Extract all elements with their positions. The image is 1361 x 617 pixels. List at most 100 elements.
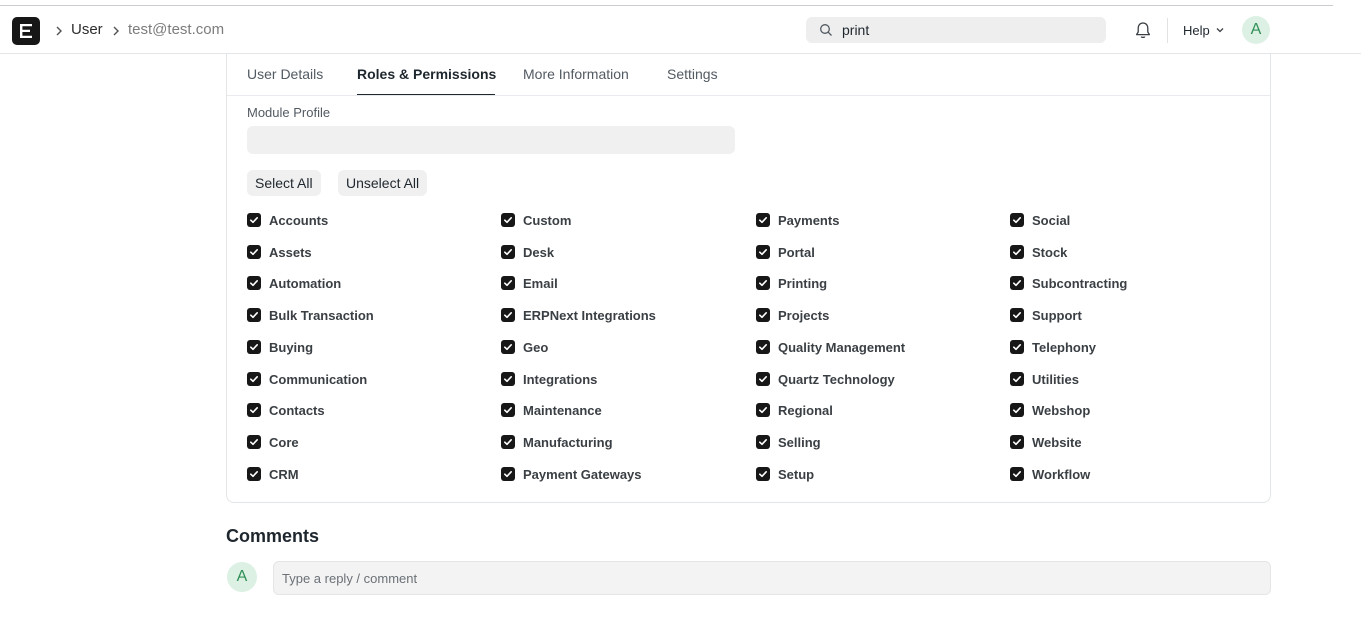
checkbox-checked-icon[interactable] (756, 308, 770, 322)
checkbox-checked-icon[interactable] (501, 435, 515, 449)
checkbox-checked-icon[interactable] (247, 372, 261, 386)
tab-settings[interactable]: Settings (667, 66, 718, 83)
checkbox-checked-icon[interactable] (247, 340, 261, 354)
checkbox-checked-icon[interactable] (756, 372, 770, 386)
module-checkbox-item[interactable]: Maintenance (501, 402, 602, 418)
module-checkbox-item[interactable]: ERPNext Integrations (501, 307, 656, 323)
checkbox-checked-icon[interactable] (501, 372, 515, 386)
checkbox-checked-icon[interactable] (1010, 435, 1024, 449)
module-checkbox-item[interactable]: Regional (756, 402, 833, 418)
checkbox-checked-icon[interactable] (756, 245, 770, 259)
module-checkbox-item[interactable]: Workflow (1010, 466, 1090, 482)
checkbox-checked-icon[interactable] (247, 245, 261, 259)
module-checkbox-item[interactable]: Support (1010, 307, 1082, 323)
module-checkbox-item[interactable]: Website (1010, 434, 1082, 450)
module-checkbox-item[interactable]: Integrations (501, 371, 597, 387)
comment-input[interactable]: Type a reply / comment (273, 561, 1271, 595)
module-checkbox-item[interactable]: Payments (756, 212, 839, 228)
module-checkbox-item[interactable]: Subcontracting (1010, 275, 1127, 291)
checkbox-checked-icon[interactable] (756, 213, 770, 227)
module-checkbox-item[interactable]: Accounts (247, 212, 328, 228)
checkbox-checked-icon[interactable] (1010, 340, 1024, 354)
module-label: Website (1032, 434, 1082, 450)
module-profile-input[interactable] (247, 126, 735, 154)
module-checkbox-item[interactable]: Telephony (1010, 339, 1096, 355)
tab-more-information[interactable]: More Information (523, 66, 629, 83)
module-checkbox-item[interactable]: Manufacturing (501, 434, 613, 450)
module-checkbox-item[interactable]: Contacts (247, 402, 325, 418)
checkbox-checked-icon[interactable] (247, 435, 261, 449)
breadcrumb-record[interactable]: test@test.com (128, 21, 224, 39)
checkbox-checked-icon[interactable] (1010, 213, 1024, 227)
erpnext-logo-icon (20, 24, 32, 38)
notification-bell-icon[interactable] (1134, 21, 1152, 40)
module-checkbox-item[interactable]: Bulk Transaction (247, 307, 374, 323)
checkbox-checked-icon[interactable] (756, 340, 770, 354)
module-checkbox-item[interactable]: Stock (1010, 244, 1067, 260)
module-checkbox-item[interactable]: Email (501, 275, 558, 291)
user-avatar[interactable]: A (1242, 16, 1270, 44)
checkbox-checked-icon[interactable] (247, 276, 261, 290)
breadcrumb-user[interactable]: User (71, 21, 103, 39)
checkbox-checked-icon[interactable] (501, 213, 515, 227)
tab-roles-permissions[interactable]: Roles & Permissions (357, 66, 496, 83)
checkbox-checked-icon[interactable] (247, 213, 261, 227)
module-checkbox-item[interactable]: Quartz Technology (756, 371, 895, 387)
module-checkbox-item[interactable]: Custom (501, 212, 571, 228)
checkbox-checked-icon[interactable] (756, 403, 770, 417)
form-card: User Details Roles & Permissions More In… (226, 54, 1271, 503)
module-checkbox-item[interactable]: Quality Management (756, 339, 905, 355)
unselect-all-button[interactable]: Unselect All (338, 170, 428, 196)
app-logo[interactable] (12, 17, 40, 45)
module-label: Core (269, 434, 299, 450)
module-checkbox-item[interactable]: Assets (247, 244, 312, 260)
module-label: Quartz Technology (778, 371, 895, 387)
checkbox-checked-icon[interactable] (1010, 245, 1024, 259)
module-checkbox-item[interactable]: Projects (756, 307, 829, 323)
module-checkbox-item[interactable]: Selling (756, 434, 821, 450)
checkbox-checked-icon[interactable] (247, 308, 261, 322)
module-label: Quality Management (778, 339, 906, 355)
checkbox-checked-icon[interactable] (1010, 308, 1024, 322)
module-checkbox-item[interactable]: Desk (501, 244, 554, 260)
module-checkbox-item[interactable]: Core (247, 434, 299, 450)
form-tabs: User Details Roles & Permissions More In… (227, 54, 1270, 96)
module-checkbox-item[interactable]: Portal (756, 244, 815, 260)
module-checkbox-item[interactable]: Setup (756, 466, 814, 482)
checkbox-checked-icon[interactable] (501, 308, 515, 322)
active-tab-indicator (357, 94, 495, 95)
module-checkbox-item[interactable]: CRM (247, 466, 299, 482)
checkbox-checked-icon[interactable] (1010, 276, 1024, 290)
module-label: Buying (269, 339, 314, 355)
checkbox-checked-icon[interactable] (501, 340, 515, 354)
search-bar[interactable]: print (806, 17, 1106, 43)
module-checkbox-item[interactable]: Social (1010, 212, 1070, 228)
checkbox-checked-icon[interactable] (247, 467, 261, 481)
search-input[interactable]: print (842, 22, 869, 38)
checkbox-checked-icon[interactable] (501, 467, 515, 481)
checkbox-checked-icon[interactable] (501, 403, 515, 417)
checkbox-checked-icon[interactable] (1010, 467, 1024, 481)
module-checkbox-item[interactable]: Payment Gateways (501, 466, 642, 482)
checkbox-checked-icon[interactable] (756, 467, 770, 481)
module-checkbox-item[interactable]: Printing (756, 275, 827, 291)
select-all-button[interactable]: Select All (247, 170, 321, 196)
module-checkbox-item[interactable]: Automation (247, 275, 341, 291)
module-profile-label: Module Profile (247, 105, 331, 120)
checkbox-checked-icon[interactable] (1010, 372, 1024, 386)
checkbox-checked-icon[interactable] (501, 276, 515, 290)
checkbox-checked-icon[interactable] (1010, 403, 1024, 417)
checkbox-checked-icon[interactable] (247, 403, 261, 417)
comment-placeholder: Type a reply / comment (282, 571, 418, 586)
checkbox-checked-icon[interactable] (756, 435, 770, 449)
module-checkbox-item[interactable]: Geo (501, 339, 548, 355)
module-checkbox-item[interactable]: Webshop (1010, 402, 1090, 418)
checkbox-checked-icon[interactable] (501, 245, 515, 259)
module-checkbox-item[interactable]: Buying (247, 339, 313, 355)
checkbox-checked-icon[interactable] (756, 276, 770, 290)
module-checkbox-item[interactable]: Utilities (1010, 371, 1079, 387)
tab-user-details[interactable]: User Details (247, 66, 323, 83)
help-menu[interactable]: Help (1183, 23, 1210, 38)
module-checkbox-item[interactable]: Communication (247, 371, 367, 387)
chevron-down-icon[interactable] (1215, 26, 1225, 34)
